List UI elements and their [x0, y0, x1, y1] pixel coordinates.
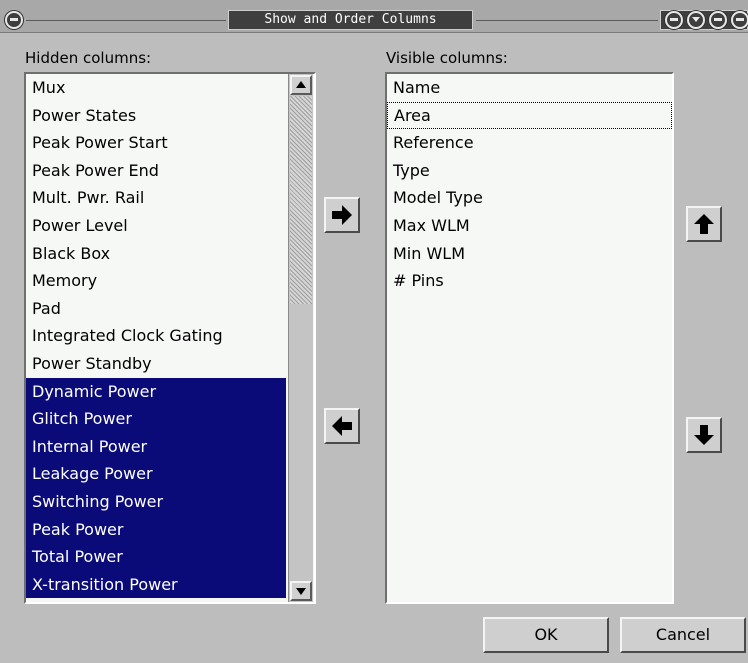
hidden-column-item[interactable]: Total Power [26, 543, 286, 571]
hidden-column-item[interactable]: Power Level [26, 212, 286, 240]
hidden-columns-items: Mux Power States Peak Power Start Peak Powe… [26, 74, 314, 599]
visible-column-item[interactable]: Name [387, 74, 672, 102]
visible-column-item[interactable]: Model Type [387, 184, 672, 212]
maximize-icon[interactable] [709, 11, 727, 29]
move-to-visible-button[interactable] [324, 197, 360, 233]
ok-button[interactable]: OK [483, 617, 609, 653]
hidden-column-item[interactable]: Power States [26, 102, 286, 130]
arrow-left-icon [332, 416, 352, 436]
visible-column-item[interactable]: Max WLM [387, 212, 672, 240]
window-menu-icon[interactable] [5, 11, 23, 29]
visible-column-item[interactable]: Reference [387, 129, 672, 157]
move-to-hidden-button[interactable] [324, 408, 360, 444]
hidden-column-item[interactable]: Peak Power End [26, 157, 286, 185]
visible-column-item[interactable]: Min WLM [387, 240, 672, 268]
visible-column-item[interactable]: # Pins [387, 267, 672, 295]
window-title: Show and Order Columns [264, 12, 437, 27]
hidden-column-item[interactable]: Mux [26, 74, 286, 102]
close-icon[interactable] [731, 11, 748, 29]
hidden-column-item[interactable]: Switching Power [26, 487, 286, 516]
hidden-column-item[interactable]: Power Standby [26, 350, 286, 378]
hidden-column-item[interactable]: Peak Power [26, 515, 286, 544]
title-plate: Show and Order Columns [228, 10, 473, 30]
title-bar-rule-right [476, 20, 658, 21]
hidden-columns-list[interactable]: Mux Power States Peak Power Start Peak Powe… [24, 72, 316, 604]
hidden-list-scrollbar[interactable] [288, 74, 313, 602]
scroll-thumb[interactable] [290, 96, 312, 304]
scroll-down-button[interactable] [290, 581, 312, 601]
shade-icon[interactable] [687, 11, 705, 29]
hidden-column-item[interactable]: Integrated Clock Gating [26, 322, 286, 350]
hidden-column-item[interactable]: X-transition Power [26, 570, 286, 599]
hidden-column-item[interactable]: Dynamic Power [26, 377, 286, 406]
hidden-column-item[interactable]: Leakage Power [26, 460, 286, 488]
visible-columns-label: Visible columns: [386, 49, 508, 67]
arrow-up-icon [694, 214, 714, 234]
scroll-up-button[interactable] [290, 75, 312, 95]
title-bar-rule [26, 20, 226, 21]
minimize-icon[interactable] [665, 11, 683, 29]
move-up-button[interactable] [686, 206, 722, 242]
arrow-right-icon [332, 205, 352, 225]
visible-columns-items: Name Area Reference Type Model Type Max WLM Mi… [387, 74, 672, 295]
hidden-column-item[interactable]: Internal Power [26, 432, 286, 461]
hidden-columns-label: Hidden columns: [25, 49, 152, 67]
hidden-column-item[interactable]: Memory [26, 267, 286, 295]
hidden-column-item[interactable]: Peak Power Start [26, 129, 286, 157]
visible-columns-list[interactable]: Name Area Reference Type Model Type Max WLM Mi… [385, 72, 674, 604]
hidden-column-item[interactable]: Glitch Power [26, 405, 286, 433]
visible-column-item[interactable]: Type [387, 157, 672, 185]
move-down-button[interactable] [686, 417, 722, 453]
cancel-button[interactable]: Cancel [620, 617, 746, 653]
arrow-down-icon [694, 425, 714, 445]
hidden-column-item[interactable]: Black Box [26, 240, 286, 268]
hidden-column-item[interactable]: Pad [26, 295, 286, 323]
scroll-down-icon [296, 588, 306, 595]
visible-column-item[interactable]: Area [387, 101, 672, 130]
scroll-up-icon [296, 81, 306, 88]
hidden-column-item[interactable]: Mult. Pwr. Rail [26, 184, 286, 212]
window-controls [660, 10, 748, 30]
title-bar[interactable]: Show and Order Columns [0, 0, 748, 33]
